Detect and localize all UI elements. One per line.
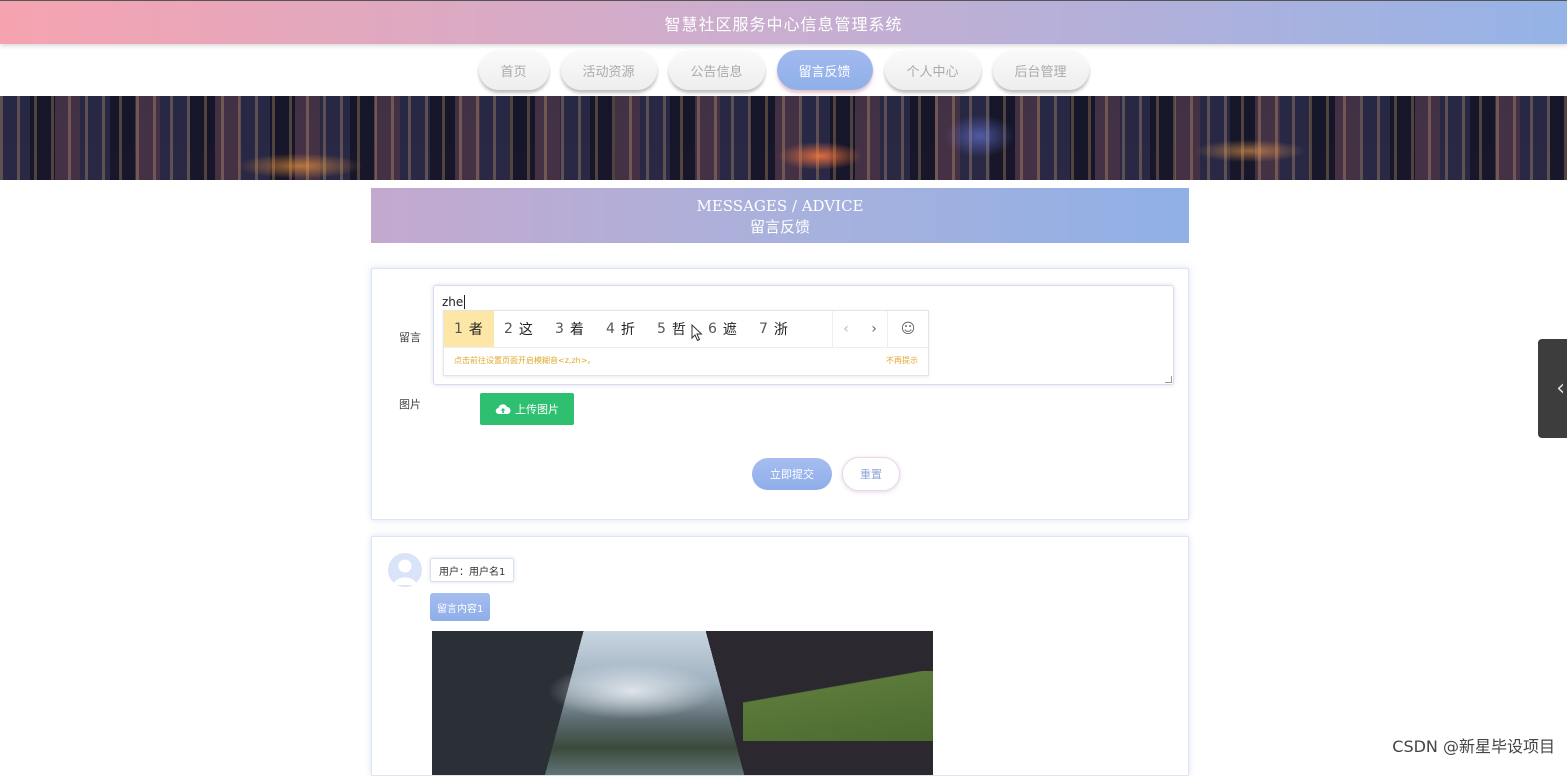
ime-candidate-5[interactable]: 5哲 <box>657 311 686 347</box>
section-title-cn: 留言反馈 <box>749 218 810 236</box>
ime-candidate-num: 5 <box>657 321 666 337</box>
ime-divider <box>887 311 888 347</box>
nav-item-feedback[interactable]: 留言反馈 <box>776 50 873 90</box>
ime-candidate-char: 遮 <box>722 322 737 338</box>
message-list: 用户：用户名1 留言内容1 <box>371 536 1189 776</box>
ime-candidate-7[interactable]: 7浙 <box>759 311 788 347</box>
nav-item-announcements[interactable]: 公告信息 <box>668 50 765 90</box>
message-photo[interactable] <box>432 631 933 775</box>
ime-dismiss-hint[interactable]: 不再提示 <box>886 355 918 366</box>
ime-settings-hint[interactable]: 点击前往设置页面开启模糊音<z,zh>。 <box>454 355 595 366</box>
nav-item-profile[interactable]: 个人中心 <box>884 50 981 90</box>
ime-candidate-char: 折 <box>620 322 635 338</box>
ime-candidate-num: 3 <box>555 321 564 337</box>
ime-candidate-char: 者 <box>468 322 483 338</box>
ime-candidate-num: 4 <box>606 321 615 337</box>
main-nav: 首页 活动资源 公告信息 留言反馈 个人中心 后台管理 <box>0 44 1567 96</box>
user-avatar <box>388 553 422 587</box>
message-textarea[interactable]: zhe 1者 2这 3着 4折 5哲 6遮 7 浙 ‹ › ☺ 点击前往设置页面… <box>433 285 1174 385</box>
nav-item-admin[interactable]: 后台管理 <box>992 50 1089 90</box>
feedback-form: 留言 zhe 1者 2这 3着 4折 5哲 6 遮 7 浙 ‹ › ☺ 点击前往… <box>371 268 1189 520</box>
ime-candidate-panel: 1者 2这 3着 4折 5哲 6遮 7浙 ‹ › ☺ 点击前往设置页面开启模糊音… <box>443 310 929 376</box>
side-panel-toggle[interactable]: ‹ <box>1538 339 1567 438</box>
section-header: MESSAGES / ADVICE 留言反馈 <box>371 188 1189 243</box>
ime-candidate-6[interactable]: 6遮 <box>708 311 737 347</box>
ime-candidate-char: 着 <box>569 322 584 338</box>
ime-emoji-icon[interactable]: ☺ <box>894 311 922 347</box>
mouse-cursor-icon <box>691 324 703 342</box>
ime-candidate-num: 1 <box>454 321 463 337</box>
chevron-left-icon: ‹ <box>1556 376 1565 401</box>
ime-candidate-char: 浙 <box>773 322 788 338</box>
ime-candidate-num: 7 <box>759 321 768 337</box>
photo-hillside <box>743 671 933 741</box>
city-banner-image <box>0 96 1567 180</box>
watermark-text: CSDN @新星毕设项目 <box>1392 737 1555 756</box>
ime-candidate-row: 1者 2这 3着 4折 5哲 6遮 7浙 ‹ › ☺ <box>444 311 928 348</box>
reset-button[interactable]: 重置 <box>842 457 900 491</box>
default-user-icon <box>393 559 417 585</box>
ime-candidate-2[interactable]: 2这 <box>504 311 533 347</box>
submit-button[interactable]: 立即提交 <box>752 458 832 490</box>
ime-prev-icon[interactable]: ‹ <box>832 311 860 347</box>
upload-image-button[interactable]: 上传图片 <box>480 393 574 425</box>
message-user-name: 用户：用户名1 <box>430 558 515 582</box>
ime-candidate-4[interactable]: 4折 <box>606 311 635 347</box>
nav-item-activities[interactable]: 活动资源 <box>560 50 657 90</box>
textarea-resize-handle[interactable] <box>1165 376 1172 383</box>
image-label: 图片 <box>399 398 421 411</box>
ime-candidate-3[interactable]: 3着 <box>555 311 584 347</box>
ime-candidate-char: 哲 <box>671 322 686 338</box>
upload-image-label: 上传图片 <box>515 403 559 416</box>
message-label: 留言 <box>399 331 421 344</box>
app-title: 智慧社区服务中心信息管理系统 <box>664 14 903 34</box>
app-header: 智慧社区服务中心信息管理系统 <box>0 0 1567 44</box>
ime-candidate-num: 6 <box>708 321 717 337</box>
ime-next-icon[interactable]: › <box>860 311 888 347</box>
cloud-upload-icon <box>495 404 511 415</box>
message-content: 留言内容1 <box>430 593 491 621</box>
ime-candidate-1[interactable]: 1者 <box>444 311 494 347</box>
ime-candidate-num: 2 <box>504 321 513 337</box>
message-typed-text: zhe <box>442 295 466 309</box>
ime-candidate-char: 这 <box>518 322 533 338</box>
section-title-en: MESSAGES / ADVICE <box>696 197 864 215</box>
nav-item-home[interactable]: 首页 <box>478 50 549 90</box>
